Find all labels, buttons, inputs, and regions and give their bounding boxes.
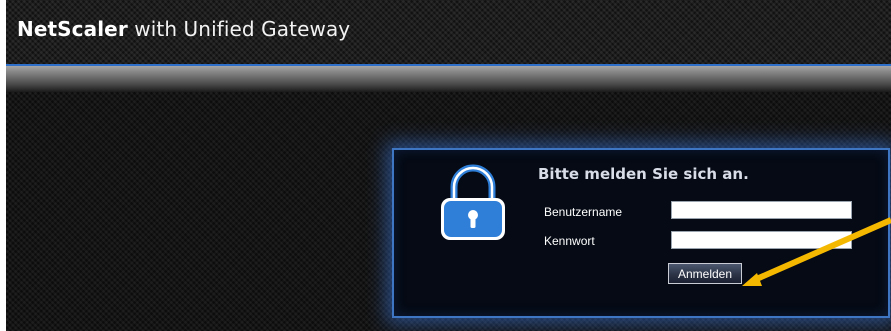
username-label: Benutzername (544, 205, 623, 219)
login-heading: Bitte melden Sie sich an. (538, 165, 749, 183)
brand-rest: with Unified Gateway (127, 17, 351, 41)
top-header: NetScaler with Unified Gateway (6, 0, 891, 64)
password-input[interactable] (671, 231, 852, 249)
netscaler-login-screen: NetScaler with Unified Gateway Bitte mel… (0, 0, 891, 331)
password-label: Kennwort (544, 234, 595, 248)
header-gradient-band (6, 66, 891, 92)
login-panel: Bitte melden Sie sich an. Benutzername K… (392, 148, 890, 318)
brand-bold: NetScaler (17, 17, 128, 41)
username-input[interactable] (671, 201, 852, 219)
login-submit-button[interactable]: Anmelden (668, 263, 742, 284)
brand-title: NetScaler with Unified Gateway (17, 17, 350, 41)
lock-icon (441, 164, 505, 240)
